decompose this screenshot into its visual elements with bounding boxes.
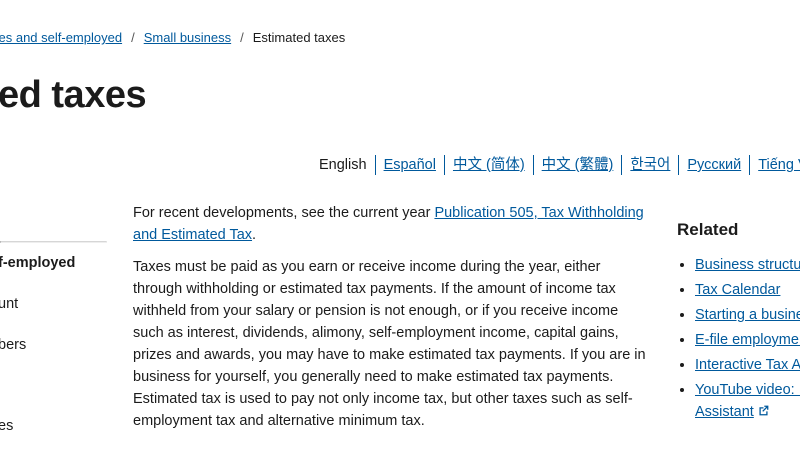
lang-spanish-link[interactable]: Español (374, 155, 444, 175)
related-list-item: Business structur (695, 254, 800, 276)
related-link-business-structures[interactable]: Business structur (695, 257, 800, 273)
breadcrumb-link-small-business[interactable]: Small business (144, 30, 231, 45)
sidebar-item-numbers[interactable]: bers (0, 337, 26, 353)
sidebar-item-taxes[interactable]: es (0, 418, 13, 434)
related-heading: Related (677, 220, 739, 239)
youtube-link-line1: YouTube video: In (695, 382, 800, 398)
main-content: For recent developments, see the current… (133, 202, 648, 442)
related-section: Related Business structur Tax Calendar S… (677, 220, 800, 426)
youtube-link-line2: Assistant (695, 404, 754, 420)
related-list-item: Tax Calendar (695, 279, 800, 301)
page-title: ed taxes (0, 74, 147, 116)
related-link-starting-a-business[interactable]: Starting a busine (695, 307, 800, 323)
related-link-tax-calendar[interactable]: Tax Calendar (695, 282, 780, 298)
breadcrumb-current: Estimated taxes (252, 30, 346, 45)
breadcrumb: ses and self-employed / Small business / Est… (0, 30, 345, 45)
lang-chinese-simplified-link[interactable]: 中文 (简体) (443, 155, 533, 175)
related-link-youtube-video[interactable]: YouTube video: In Assistant (695, 382, 800, 420)
lang-chinese-traditional-link[interactable]: 中文 (繁體) (532, 155, 622, 175)
lang-vietnamese-link[interactable]: Tiếng Vi (749, 155, 800, 175)
sidebar-nav: f-employed unt bers es (0, 241, 107, 434)
breadcrumb-separator: / (131, 30, 135, 45)
related-links-list: Business structur Tax Calendar Starting … (677, 254, 800, 423)
sidebar-item-self-employed[interactable]: f-employed (0, 255, 75, 271)
lang-russian-link[interactable]: Русский (678, 155, 749, 175)
related-link-interactive-tax-assistant[interactable]: Interactive Tax As (695, 357, 800, 373)
sidebar-divider (0, 241, 107, 243)
related-list-item: Interactive Tax As (695, 354, 800, 376)
related-list-item: E-file employmer (695, 329, 800, 351)
sidebar-item-account[interactable]: unt (0, 296, 18, 312)
related-list-item: YouTube video: In Assistant (695, 379, 800, 423)
language-selector: English Español 中文 (简体) 中文 (繁體) 한국어 Русс… (319, 155, 800, 175)
breadcrumb-link-self-employed[interactable]: ses and self-employed (0, 30, 122, 45)
related-link-e-file-employment[interactable]: E-file employmer (695, 332, 800, 348)
body-paragraph: Taxes must be paid as you earn or receiv… (133, 259, 646, 429)
intro-suffix: . (252, 227, 257, 243)
intro-paragraph: For recent developments, see the current… (133, 202, 648, 246)
lang-korean-link[interactable]: 한국어 (621, 155, 678, 175)
related-list-item: Starting a busine (695, 304, 800, 326)
intro-text: For recent developments, see the current… (133, 205, 435, 221)
lang-english-current: English (319, 157, 367, 173)
external-link-icon (759, 405, 769, 416)
breadcrumb-separator: / (240, 30, 244, 45)
